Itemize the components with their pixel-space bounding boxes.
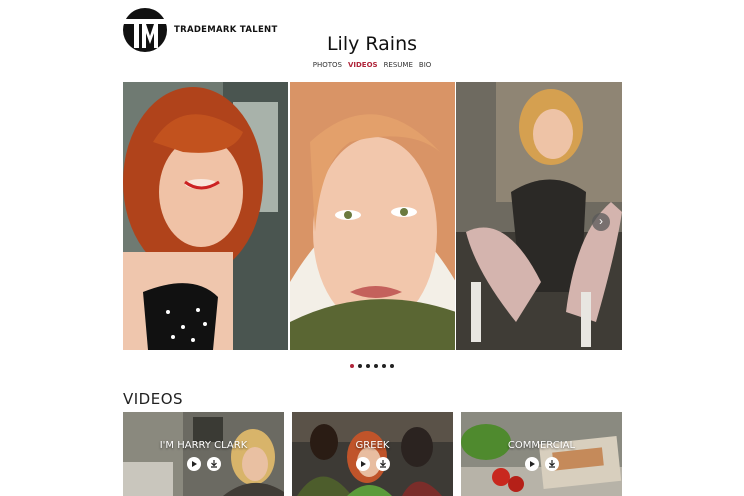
nav-videos[interactable]: VIDEOS (348, 61, 378, 69)
download-button[interactable] (544, 457, 559, 471)
profile-nav: PHOTOS VIDEOS RESUME BIO (0, 61, 744, 69)
nav-photos[interactable]: PHOTOS (313, 61, 342, 69)
gallery-photo-1[interactable] (123, 82, 288, 350)
video-card-1[interactable]: I'M HARRY CLARK (123, 412, 284, 496)
download-icon (210, 460, 217, 468)
play-icon (360, 461, 366, 467)
pagination-dot-6[interactable] (390, 364, 394, 368)
videos-section-title: VIDEOS (123, 390, 184, 408)
play-icon (529, 461, 535, 467)
pagination-dot-4[interactable] (374, 364, 378, 368)
video-card-2[interactable]: GREEK (292, 412, 453, 496)
videos-list: I'M HARRY CLARK GREEK COMMERCIAL (123, 412, 622, 496)
download-button[interactable] (375, 457, 390, 471)
play-button[interactable] (524, 457, 539, 471)
gallery-photo-2[interactable] (289, 82, 456, 350)
pagination-dot-5[interactable] (382, 364, 386, 368)
nav-resume[interactable]: RESUME (384, 61, 413, 69)
photo-gallery (123, 82, 623, 350)
chevron-right-icon: › (599, 214, 603, 228)
video-card-3[interactable]: COMMERCIAL (461, 412, 622, 496)
gallery-next-button[interactable]: › (592, 213, 610, 231)
pagination-dot-3[interactable] (366, 364, 370, 368)
video-title: COMMERCIAL (507, 440, 576, 451)
pagination-dot-1[interactable] (350, 364, 354, 368)
download-icon (548, 460, 555, 468)
video-title: I'M HARRY CLARK (159, 440, 248, 451)
play-icon (191, 461, 197, 467)
gallery-pagination (0, 364, 744, 368)
page-title: Lily Rains (326, 33, 418, 55)
download-icon (379, 460, 386, 468)
play-button[interactable] (186, 457, 201, 471)
video-title: GREEK (355, 440, 390, 451)
download-button[interactable] (206, 457, 221, 471)
pagination-dot-2[interactable] (358, 364, 362, 368)
nav-bio[interactable]: BIO (419, 61, 431, 69)
play-button[interactable] (355, 457, 370, 471)
